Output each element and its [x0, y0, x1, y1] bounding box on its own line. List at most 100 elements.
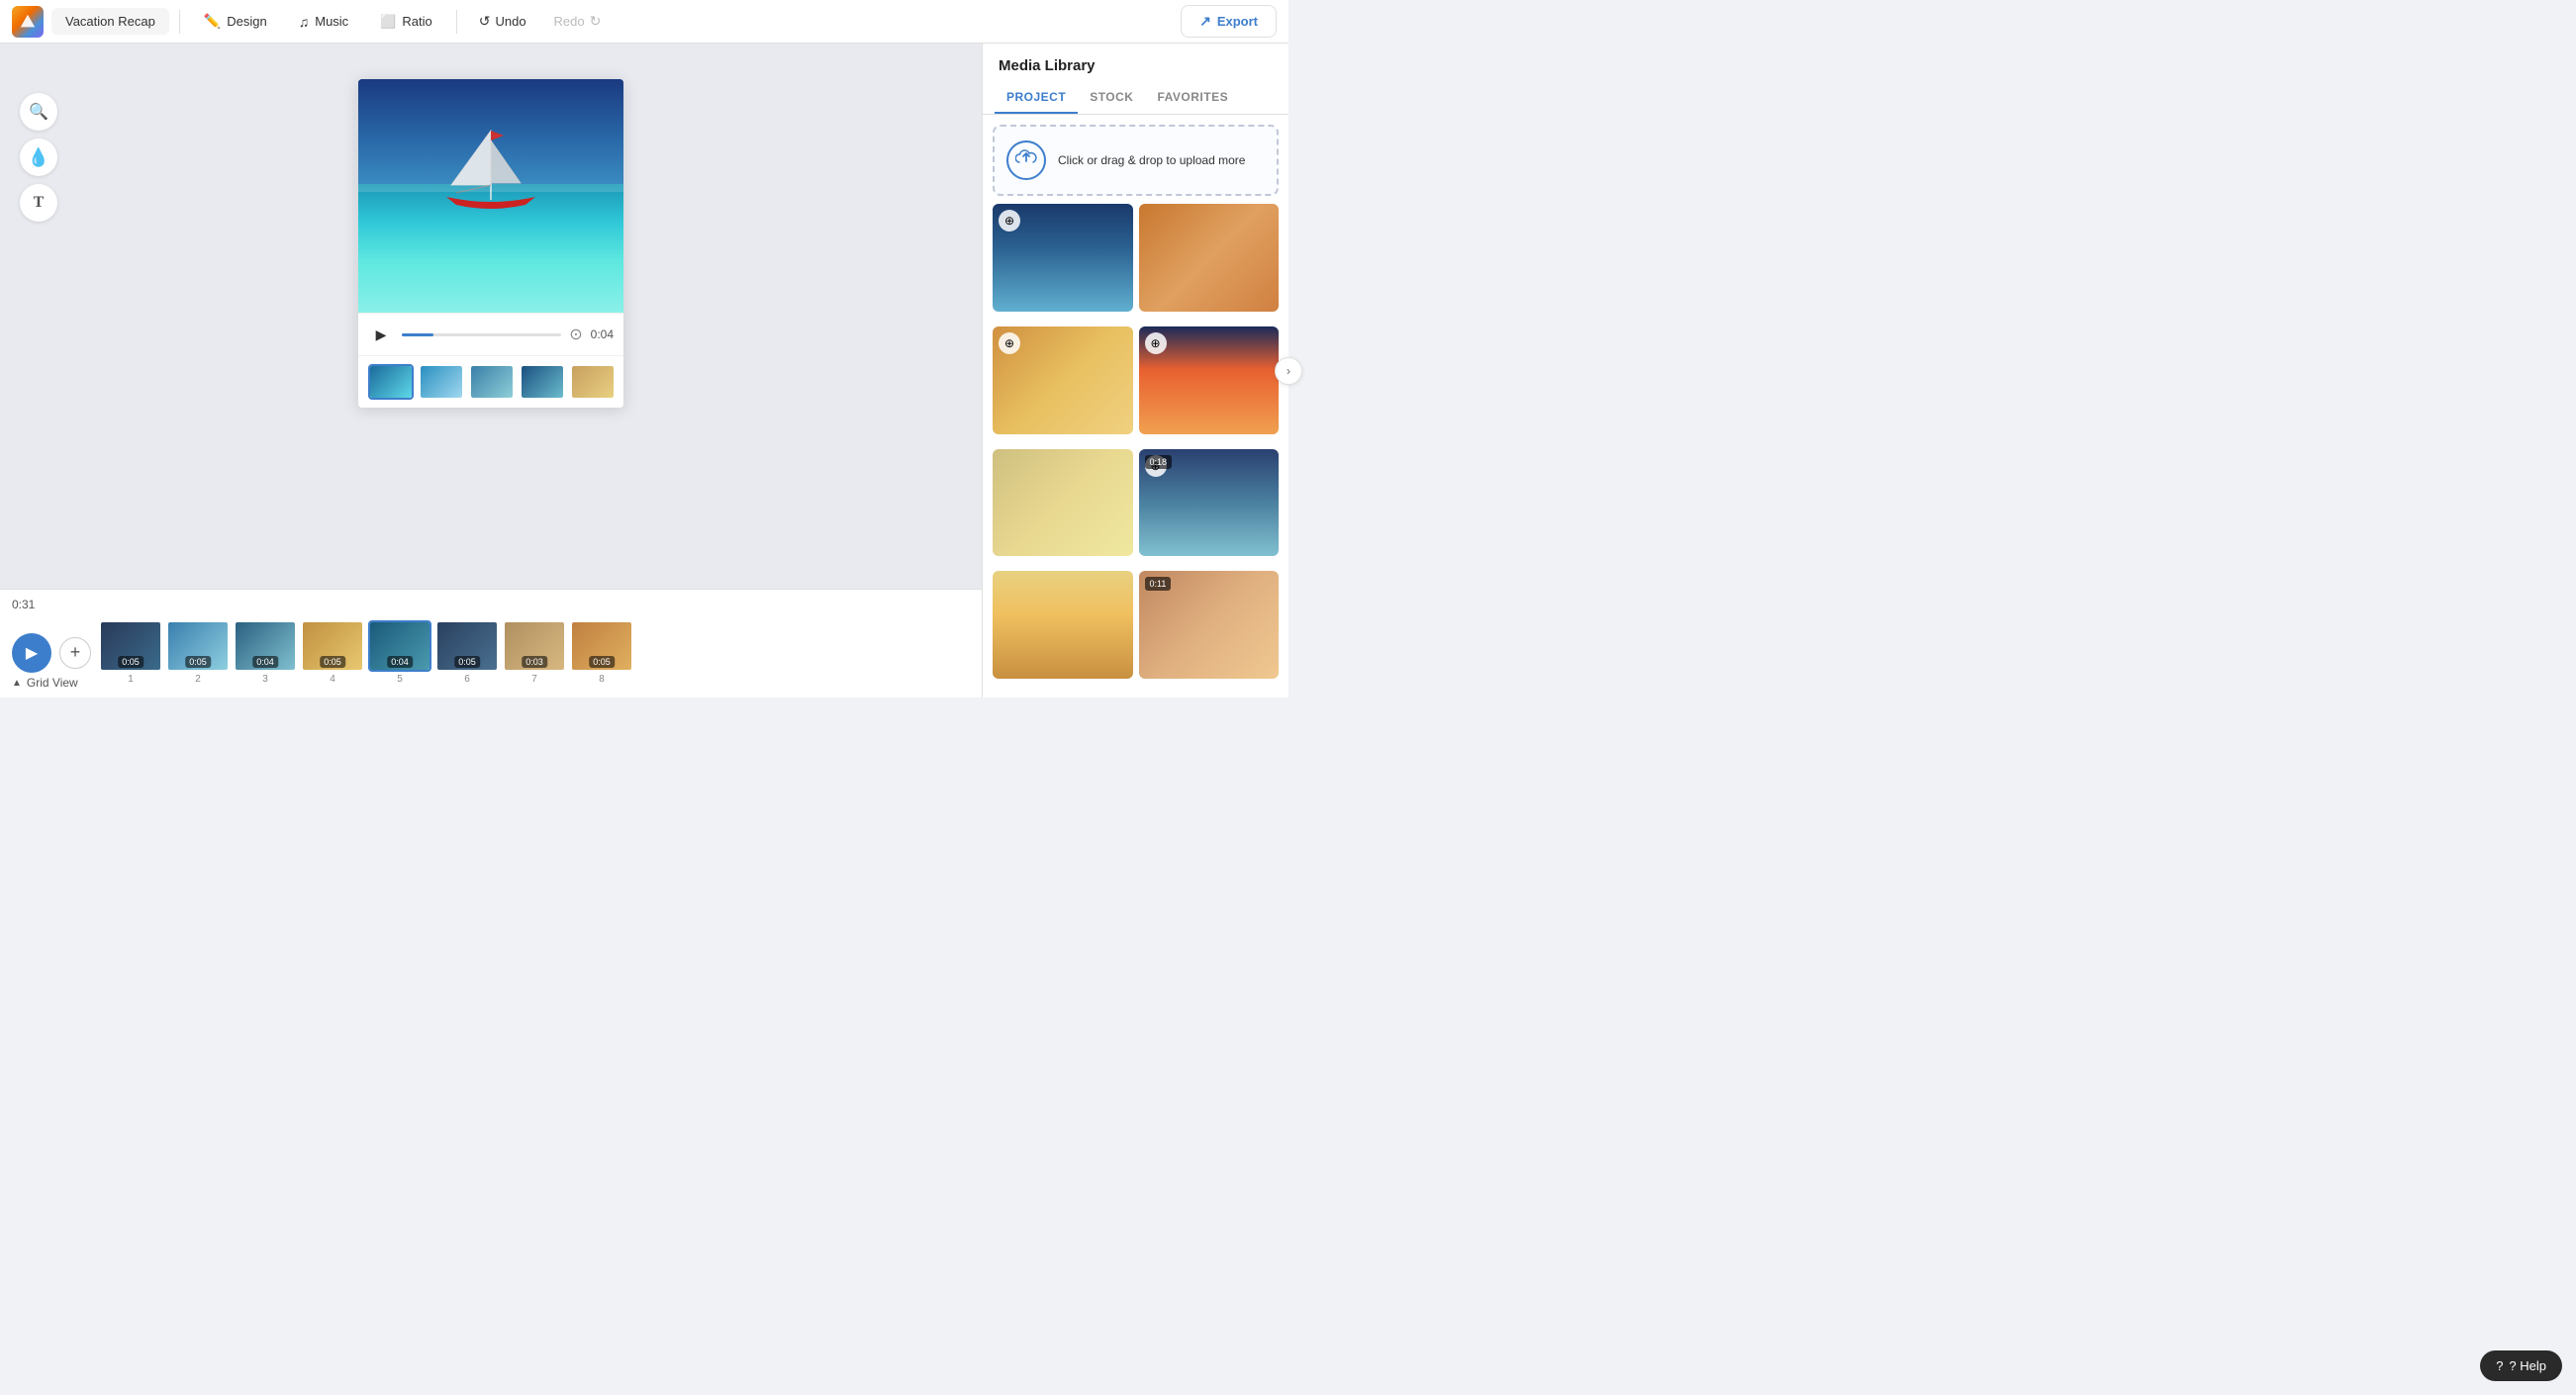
media-zoom-icon-3[interactable]: ⊕ [999, 332, 1020, 354]
canvas-play-button[interactable]: ▶ [368, 322, 394, 347]
toolbar: Vacation Recap ✏️ Design ♫ Music ⬜ Ratio… [0, 0, 1288, 44]
media-library-header: Media Library [983, 44, 1288, 74]
project-name-tab[interactable]: Vacation Recap [51, 8, 169, 35]
filmstrip-thumb-bg-1 [370, 366, 412, 398]
media-grid: ⊕ ⊕ ⊕ ⊕0:18 0:11 [983, 204, 1288, 698]
export-button[interactable]: ↗ Export [1181, 5, 1277, 38]
ratio-icon: ⬜ [380, 14, 396, 30]
media-item-bg-7 [993, 571, 1133, 679]
search-tool-button[interactable]: 🔍 [20, 93, 57, 131]
redo-button[interactable]: Redo ↻ [542, 7, 614, 36]
timeline-clip-2[interactable]: 0:052 [166, 620, 230, 685]
design-label: Design [227, 14, 266, 29]
chevron-up-icon: ▲ [12, 678, 22, 689]
media-tabs: PROJECT STOCK FAVORITES [983, 82, 1288, 115]
sailboat [427, 126, 555, 225]
clip-thumb-5: 0:04 [368, 620, 431, 672]
media-item-4[interactable]: ⊕ [1139, 326, 1280, 434]
text-tool-button[interactable]: T [20, 184, 57, 222]
clip-thumb-4: 0:05 [301, 620, 364, 672]
canvas-progress-fill [402, 333, 433, 336]
canvas-duration: 0:04 [591, 327, 614, 341]
timeline-play-button[interactable]: ▶ [12, 633, 51, 673]
timeline-clips: 0:0510:0520:0430:0540:0450:0560:0370:058 [99, 620, 970, 685]
tab-project[interactable]: PROJECT [995, 82, 1078, 114]
tab-favorites-label: FAVORITES [1157, 90, 1228, 104]
clip-duration-8: 0:05 [589, 656, 615, 668]
clip-number-5: 5 [397, 674, 403, 685]
media-item-bg-5 [993, 449, 1133, 557]
timeline-area: 0:31 ▲ Grid View ▶ + 0:0510:0520:0430:05… [0, 589, 982, 698]
project-name-label: Vacation Recap [65, 14, 155, 29]
toolbar-divider-2 [456, 10, 457, 34]
help-icon: ? [2496, 1358, 2503, 1373]
media-item-1[interactable]: ⊕ [993, 204, 1133, 312]
upload-zone[interactable]: Click or drag & drop to upload more [993, 125, 1279, 196]
media-duration-badge-8: 0:11 [1145, 577, 1172, 591]
export-icon: ↗ [1199, 13, 1211, 30]
media-item-5[interactable] [993, 449, 1133, 557]
music-tab[interactable]: ♫ Music [285, 8, 362, 36]
music-icon: ♫ [299, 14, 310, 30]
ratio-tab[interactable]: ⬜ Ratio [366, 8, 446, 36]
clip-number-6: 6 [464, 674, 470, 685]
filmstrip-thumb-bg-4 [522, 366, 563, 398]
video-controls: ▶ ⊙ 0:04 [358, 313, 623, 355]
sidebar-collapse-arrow[interactable]: › [1275, 357, 1302, 385]
timeline-clip-8[interactable]: 0:058 [570, 620, 633, 685]
media-item-3[interactable]: ⊕ [993, 326, 1133, 434]
filmstrip-thumb-2[interactable] [419, 364, 464, 400]
clip-number-4: 4 [330, 674, 335, 685]
help-button[interactable]: ? ? Help [2480, 1350, 2562, 1381]
media-item-7[interactable] [993, 571, 1133, 679]
filmstrip-thumb-bg-5 [572, 366, 614, 398]
timeline-clip-3[interactable]: 0:043 [234, 620, 297, 685]
app-logo[interactable] [12, 6, 44, 38]
add-clip-button[interactable]: + [59, 637, 91, 669]
design-tab[interactable]: ✏️ Design [190, 7, 281, 36]
redo-icon: ↻ [590, 13, 602, 30]
canvas-progress-bar[interactable] [402, 333, 561, 336]
tools-panel: 🔍 💧 T [20, 93, 57, 222]
media-item-8[interactable]: 0:11 [1139, 571, 1280, 679]
media-item-2[interactable] [1139, 204, 1280, 312]
canvas-play-icon: ▶ [376, 326, 387, 343]
timeline-clip-7[interactable]: 0:03 7 [503, 620, 566, 685]
add-clip-icon: + [70, 642, 81, 663]
export-label: Export [1217, 14, 1258, 29]
timer-icon[interactable]: ⊙ [569, 325, 582, 344]
timeline-clip-4[interactable]: 0:05 4 [301, 620, 364, 685]
timeline-clip-5[interactable]: 0:04 5 [368, 620, 431, 685]
media-library-title: Media Library [999, 57, 1096, 74]
media-zoom-icon-4[interactable]: ⊕ [1145, 332, 1167, 354]
timeline-clip-6[interactable]: 0:05 6 [435, 620, 499, 685]
canvas-area: 🔍 💧 T [0, 44, 982, 698]
grid-view-toggle[interactable]: ▲ Grid View [12, 676, 78, 690]
clip-thumb-7: 0:03 [503, 620, 566, 672]
undo-icon: ↺ [479, 13, 491, 30]
undo-button[interactable]: ↺ Undo [467, 7, 538, 36]
filmstrip-thumb-5[interactable] [570, 364, 616, 400]
drop-tool-button[interactable]: 💧 [20, 139, 57, 176]
video-frame [358, 79, 623, 313]
clip-duration-6: 0:05 [454, 656, 480, 668]
clip-duration-1: 0:05 [118, 656, 143, 668]
filmstrip-thumb-3[interactable] [469, 364, 515, 400]
tab-favorites[interactable]: FAVORITES [1145, 82, 1240, 114]
filmstrip-thumb-4[interactable] [520, 364, 565, 400]
clip-duration-5: 0:04 [387, 656, 413, 668]
filmstrip-thumb-bg-3 [471, 366, 513, 398]
filmstrip-thumb-1[interactable] [368, 364, 414, 400]
tab-stock[interactable]: STOCK [1078, 82, 1145, 114]
timeline-clip-1[interactable]: 0:051 [99, 620, 162, 685]
timeline-main-row: ▶ + 0:0510:0520:0430:0540:0450:0560:0370… [12, 620, 970, 685]
media-item-6[interactable]: ⊕0:18 [1139, 449, 1280, 557]
clip-duration-4: 0:05 [320, 656, 345, 668]
undo-redo-group: ↺ Undo Redo ↻ [467, 7, 614, 36]
clip-thumb-2: 0:05 [166, 620, 230, 672]
clip-number-7: 7 [531, 674, 537, 685]
help-label: ? Help [2509, 1358, 2546, 1373]
tab-stock-label: STOCK [1090, 90, 1133, 104]
media-zoom-icon-1[interactable]: ⊕ [999, 210, 1020, 232]
text-tool-icon: T [34, 194, 45, 212]
